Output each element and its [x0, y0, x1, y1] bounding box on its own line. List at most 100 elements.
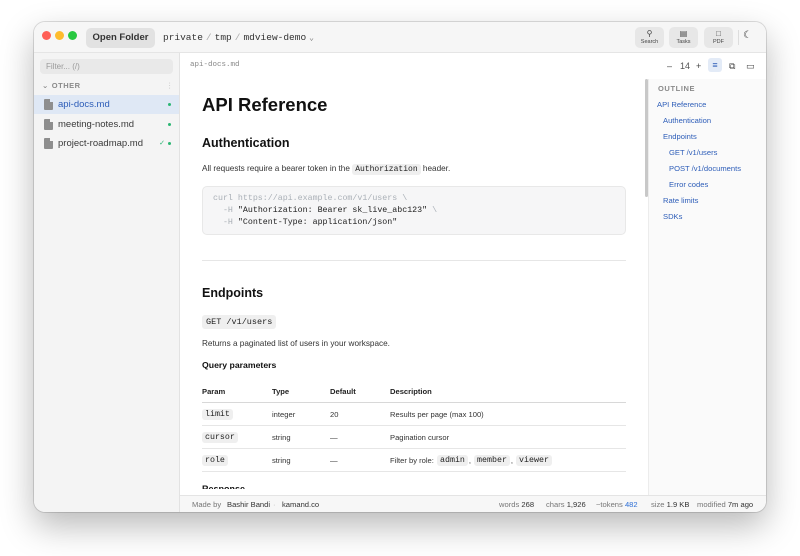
outline-item[interactable]: GET /v1/users: [669, 148, 717, 157]
export-icon[interactable]: ▭: [746, 61, 755, 72]
outline-heading: OUTLINE: [658, 84, 696, 93]
moon-icon[interactable]: ☾: [743, 30, 752, 41]
param-code: cursor: [202, 431, 238, 443]
document-header: api-docs.md: [180, 53, 648, 79]
file-name: meeting-notes.md: [58, 119, 135, 130]
code-continuation: \: [427, 206, 438, 215]
code-block[interactable]: curl https://api.example.com/v1/users \ …: [202, 186, 626, 235]
decrease-font-button[interactable]: –: [667, 61, 672, 71]
file-name: api-docs.md: [58, 99, 110, 110]
param-cell: cursor: [202, 426, 238, 448]
search-button-label: Search: [640, 39, 659, 45]
param-code: limit: [202, 408, 233, 420]
role-tag: viewer: [516, 454, 552, 466]
close-window-button[interactable]: [42, 31, 51, 40]
modified-label: modified: [697, 500, 726, 509]
sidebar-file-project-roadmap[interactable]: project-roadmap.md ✓: [34, 134, 179, 153]
endpoint-description: Returns a paginated list of users in you…: [202, 339, 390, 348]
default-cell: —: [330, 432, 338, 442]
outline-item[interactable]: Rate limits: [663, 196, 698, 205]
document-pane: api-docs.md API Reference Authentication…: [180, 53, 648, 495]
open-folder-button[interactable]: Open Folder: [86, 28, 155, 48]
words-label: words: [499, 500, 520, 509]
description-cell: Pagination cursor: [390, 432, 450, 442]
made-by-label: Made by: [192, 500, 222, 509]
tasks-button[interactable]: ▤ Tasks: [669, 27, 698, 48]
file-icon: [44, 99, 53, 110]
toolbar-divider: [738, 30, 739, 45]
endpoint-code: GET /v1/users: [202, 315, 277, 329]
breadcrumb-item-current: mdview-demo: [243, 32, 307, 43]
outline-panel: OUTLINE API Reference Authentication End…: [648, 79, 766, 495]
check-icon: ✓: [159, 140, 165, 147]
sidebar-file-meeting-notes[interactable]: meeting-notes.md: [34, 115, 179, 134]
pdf-button[interactable]: □ PDF: [704, 27, 733, 48]
outline-item[interactable]: Error codes: [669, 180, 708, 189]
description-cell: Results per page (max 100): [390, 409, 484, 419]
outline-item[interactable]: API Reference: [657, 100, 706, 109]
chars-label: chars: [546, 500, 565, 509]
size-label: size: [651, 500, 665, 509]
copy-icon[interactable]: ⧉: [729, 61, 735, 72]
default-cell: —: [330, 455, 338, 465]
column-header: Type: [272, 387, 290, 396]
auth-paragraph: All requests require a bearer token in t…: [202, 164, 450, 175]
increase-font-button[interactable]: +: [696, 61, 701, 71]
minimize-window-button[interactable]: [55, 31, 64, 40]
font-size-value: 14: [680, 61, 691, 71]
table-header-row: Param Type Default Description: [202, 381, 626, 403]
zoom-window-button[interactable]: [68, 31, 77, 40]
size-value: 1.9 KB: [666, 500, 690, 509]
inline-code: Authorization: [352, 164, 421, 175]
file-name: project-roadmap.md: [58, 138, 144, 149]
author-name: Bashir Bandi: [227, 500, 271, 509]
word-count: words 268: [499, 500, 534, 509]
heading-authentication: Authentication: [202, 136, 290, 150]
table-row: role string — Filter by role: admin, mem…: [202, 449, 626, 472]
outline-item[interactable]: Authentication: [663, 116, 711, 125]
modified-dot: [168, 142, 171, 145]
breadcrumb-separator: /: [234, 32, 241, 43]
file-icon: [44, 138, 53, 149]
file-size: size 1.9 KB: [651, 500, 689, 509]
status-bar: Made by Bashir Bandi · kamand.co words 2…: [180, 495, 766, 512]
app-window: Open Folder private / tmp / mdview-demo ⌄ ⚲ S…: [34, 22, 766, 512]
doc-title: API Reference: [202, 94, 328, 115]
outline-item[interactable]: Endpoints: [663, 132, 697, 141]
tokens-value: 482: [624, 500, 638, 509]
search-icon: ⚲: [646, 29, 653, 38]
document-icon: □: [716, 29, 721, 38]
file-group-label: OTHER: [51, 81, 81, 90]
chevron-down-icon: ⌄: [42, 81, 49, 90]
outline-toggle-icon[interactable]: ≡: [708, 58, 722, 72]
author-link[interactable]: Bashir Bandi: [227, 500, 270, 509]
search-button[interactable]: ⚲ Search: [635, 27, 664, 48]
heading-query-parameters: Query parameters: [202, 360, 277, 370]
outline-item[interactable]: SDKs: [663, 212, 682, 221]
code-line: curl https://api.example.com/v1/users \: [213, 194, 408, 203]
chars-value: 1,926: [566, 500, 586, 509]
sidebar: ⌄OTHER ⋮ api-docs.md meeting-notes.md pr…: [34, 53, 180, 512]
site-link[interactable]: kamand.co: [282, 500, 319, 509]
filter-input[interactable]: [40, 59, 173, 74]
type-cell: string: [272, 455, 291, 465]
tasks-button-label: Tasks: [676, 39, 691, 45]
file-group-header[interactable]: ⌄ OTHER ⋮: [42, 81, 174, 91]
breadcrumb[interactable]: private / tmp / mdview-demo ⌄: [163, 30, 314, 46]
column-header: Default: [330, 387, 356, 396]
outline-item[interactable]: POST /v1/documents: [669, 164, 741, 173]
chevron-down-icon: ⌄: [309, 34, 314, 43]
type-cell: string: [272, 432, 291, 442]
words-value: 268: [521, 500, 535, 509]
modified-time: modified 7m ago: [697, 500, 753, 509]
drag-handle-icon[interactable]: ⋮: [166, 81, 174, 90]
heading-endpoints: Endpoints: [202, 286, 264, 300]
document-file-path: api-docs.md: [190, 61, 240, 69]
role-tag: admin: [437, 454, 468, 466]
file-icon: [44, 119, 53, 130]
code-flag: -H: [213, 218, 238, 227]
modified-value: 7m ago: [727, 500, 754, 509]
modified-dot: [168, 123, 171, 126]
sidebar-file-api-docs[interactable]: api-docs.md: [34, 95, 179, 114]
site-name: kamand.co: [282, 500, 320, 509]
